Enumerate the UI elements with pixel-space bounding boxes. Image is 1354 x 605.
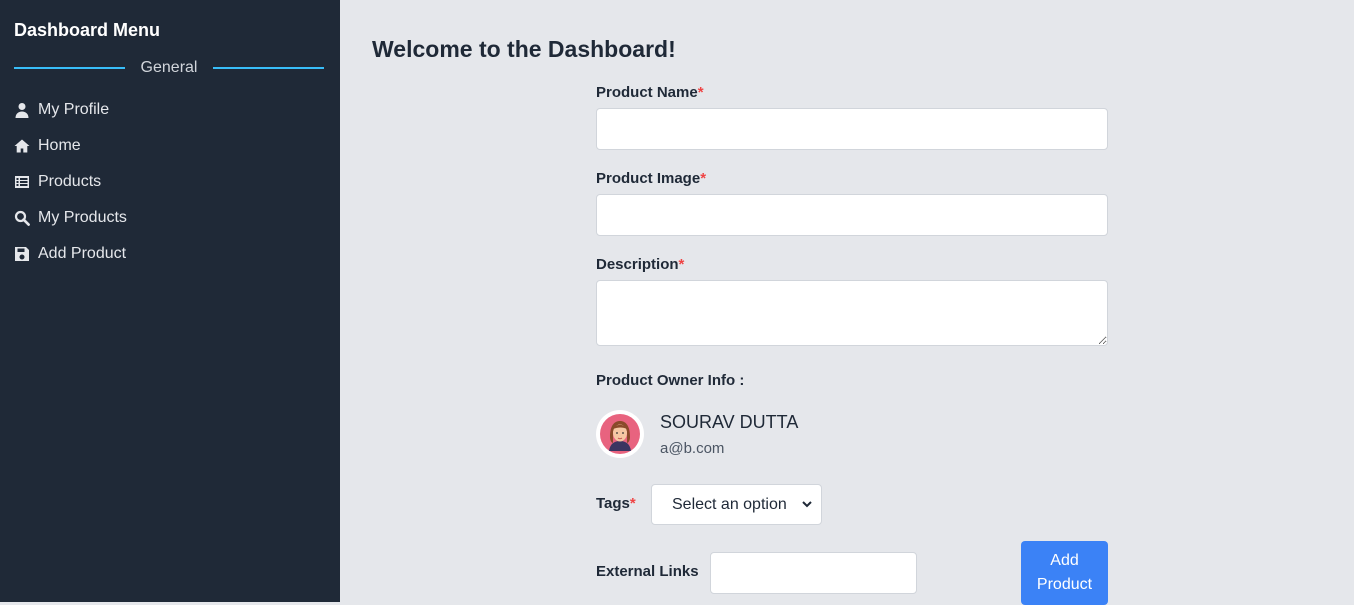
sidebar-item-label: My Products (38, 209, 127, 226)
owner-name: SOURAV DUTTA (660, 412, 799, 432)
tags-select[interactable]: Select an option (651, 484, 822, 525)
tags-label: Tags* (596, 495, 636, 512)
main-content: Welcome to the Dashboard! Product Name* … (340, 0, 1354, 605)
section-label: General (140, 59, 198, 76)
required-mark: * (700, 170, 707, 187)
required-mark: * (678, 256, 685, 273)
tags-selected-value: Select an option (672, 495, 787, 513)
page-title: Welcome to the Dashboard! (372, 36, 676, 62)
sidebar-item-home[interactable]: Home (14, 128, 127, 164)
description-label: Description* (596, 256, 685, 273)
sidebar-item-products[interactable]: Products (14, 164, 127, 200)
sidebar-title: Dashboard Menu (14, 20, 161, 40)
divider-line-right (213, 67, 325, 69)
list-icon (14, 174, 30, 190)
required-mark: * (697, 84, 704, 101)
add-product-button[interactable]: Add Product (1021, 541, 1108, 605)
sidebar-item-add-product[interactable]: Add Product (14, 236, 127, 272)
product-image-label: Product Image* (596, 170, 707, 187)
external-links-input[interactable] (710, 552, 917, 594)
product-name-input[interactable] (596, 108, 1108, 150)
product-image-input[interactable] (596, 194, 1108, 236)
sidebar-item-label: Home (38, 137, 81, 154)
sidebar-item-my-profile[interactable]: My Profile (14, 92, 127, 128)
sidebar-nav: My Profile Home Products My Products Add… (14, 92, 127, 272)
external-links-label: External Links (596, 563, 699, 580)
product-name-label: Product Name* (596, 84, 704, 101)
owner-email: a@b.com (660, 440, 725, 457)
description-textarea[interactable] (596, 280, 1108, 346)
sidebar-item-my-products[interactable]: My Products (14, 200, 127, 236)
sidebar-item-label: Products (38, 173, 102, 190)
save-icon (14, 246, 30, 262)
avatar (596, 410, 644, 458)
sidebar-item-label: Add Product (38, 245, 127, 262)
home-icon (14, 138, 30, 154)
sidebar: Dashboard Menu General My Profile Home P… (0, 0, 340, 602)
user-icon (14, 102, 30, 118)
required-mark: * (629, 495, 636, 512)
section-divider: General (14, 58, 325, 78)
search-icon (14, 210, 30, 226)
divider-line-left (14, 67, 125, 69)
chevron-down-icon (802, 501, 812, 508)
owner-info-label: Product Owner Info : (596, 372, 745, 389)
sidebar-item-label: My Profile (38, 101, 110, 118)
